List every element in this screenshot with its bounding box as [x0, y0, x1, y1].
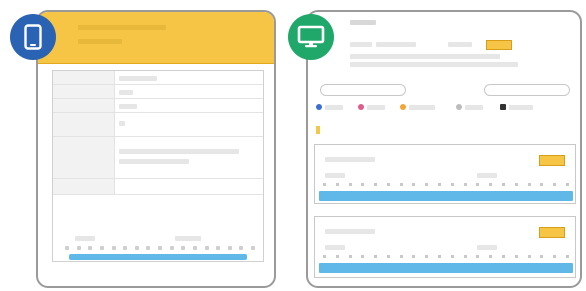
- manage-button[interactable]: [486, 40, 512, 50]
- desktop-text-placeholder: [350, 54, 500, 59]
- card-tick-row: [323, 255, 569, 259]
- desktop-title-placeholder: [350, 20, 376, 25]
- form-row-value: [119, 76, 157, 81]
- legend-dot: [500, 104, 506, 110]
- phone-progress-bar: [69, 254, 247, 260]
- phone-title-placeholder: [78, 25, 166, 30]
- card-title-placeholder: [325, 229, 375, 234]
- phone-subtitle-placeholder: [78, 39, 122, 44]
- card-sub-label: [325, 173, 345, 178]
- card-tick-row: [323, 183, 569, 187]
- toggle-button-right[interactable]: [484, 84, 570, 96]
- smartphone-badge: [10, 14, 56, 60]
- form-row-label: [53, 85, 115, 98]
- form-row: [53, 113, 263, 137]
- desktop-text-placeholder: [350, 62, 518, 67]
- phone-preview-frame: [36, 10, 276, 288]
- card-action-button[interactable]: [539, 227, 565, 238]
- form-row-label: [53, 71, 115, 84]
- form-row: [53, 85, 263, 99]
- monitor-badge: [288, 14, 334, 60]
- schedule-card: [314, 144, 576, 204]
- card-progress-bar: [319, 191, 573, 201]
- page-list-label: [175, 236, 201, 241]
- form-row-label: [53, 137, 115, 178]
- legend-label: [465, 104, 483, 110]
- form-row: [53, 137, 263, 179]
- form-row-value: [119, 121, 125, 126]
- page-list: [65, 236, 255, 260]
- form-row-label: [53, 113, 115, 136]
- monitor-icon: [297, 25, 325, 48]
- form-row-label: [53, 99, 115, 112]
- page-dots: [65, 246, 255, 252]
- legend-dot: [400, 104, 406, 110]
- legend-label: [325, 104, 343, 110]
- card-sub-label: [477, 245, 497, 250]
- form-row: [53, 99, 263, 113]
- page-list-label: [75, 236, 95, 241]
- card-sub-label: [477, 173, 497, 178]
- desktop-preview-frame: [306, 10, 582, 288]
- form-row: [53, 71, 263, 85]
- orange-marker: [316, 126, 320, 134]
- card-action-button[interactable]: [539, 155, 565, 166]
- legend-label: [367, 104, 385, 110]
- form-row-value: [119, 104, 137, 109]
- legend-dot: [358, 104, 364, 110]
- card-title-placeholder: [325, 157, 375, 162]
- legend-label: [509, 104, 533, 110]
- legend-dot: [316, 104, 322, 110]
- card-progress-bar: [319, 263, 573, 273]
- form-row-value: [119, 149, 239, 154]
- desktop-input-placeholder[interactable]: [350, 42, 372, 47]
- phone-header: [38, 12, 274, 64]
- form-row-label: [53, 179, 115, 194]
- toggle-button-left[interactable]: [320, 84, 406, 96]
- form-row: [53, 179, 263, 195]
- legend-dot: [456, 104, 462, 110]
- legend-row: [316, 104, 572, 114]
- smartphone-icon: [24, 24, 42, 50]
- desktop-input-placeholder[interactable]: [376, 42, 416, 47]
- phone-form: [52, 70, 264, 262]
- card-sub-label: [325, 245, 345, 250]
- legend-label: [409, 104, 435, 110]
- desktop-input-placeholder[interactable]: [448, 42, 472, 47]
- schedule-card: [314, 216, 576, 278]
- form-row-value: [119, 159, 189, 164]
- form-row-value: [119, 90, 133, 95]
